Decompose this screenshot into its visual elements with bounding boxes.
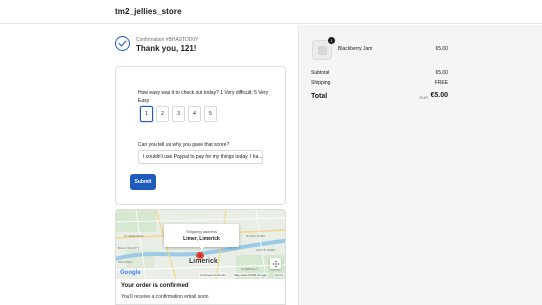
- rating-option-4[interactable]: 4: [188, 106, 201, 122]
- map-place-label: DOOR PARK: [246, 234, 266, 238]
- product-price: €5.00: [435, 46, 448, 52]
- map-city-label: Limerick: [189, 258, 218, 265]
- submit-button[interactable]: Submit: [130, 174, 156, 190]
- tooltip-tail: [199, 246, 205, 250]
- reason-input[interactable]: I couldn't use Paypal to pay for my thin…: [138, 150, 263, 164]
- google-logo: Google: [120, 270, 141, 276]
- map-place-label: ANN'S PARK: [256, 248, 276, 252]
- shipping-card: CLAREVIEW DOOR PARK ANN'S PARK CORBALLY …: [115, 209, 286, 305]
- header: tm2_jellies_store: [0, 0, 542, 24]
- map-place-label: BALLYNANTY: [118, 246, 140, 250]
- rating-option-3[interactable]: 3: [172, 106, 185, 122]
- survey-question-ease: How easy was it to check out today? 1 Ve…: [138, 90, 269, 104]
- total-label: Total: [311, 93, 328, 100]
- order-confirmed-title: Your order is confirmed: [121, 283, 189, 289]
- product-image-placeholder: [318, 46, 327, 55]
- rating-option-1[interactable]: 1: [140, 106, 153, 122]
- terms-link[interactable]: Terms: [274, 273, 285, 277]
- shipping-map[interactable]: CLAREVIEW DOOR PARK ANN'S PARK CORBALLY …: [116, 210, 285, 279]
- map-control-button[interactable]: [270, 258, 281, 269]
- map-place-label: CLAREVIEW: [124, 234, 144, 238]
- shipping-address-tooltip: Shipping address Limer, Limerick: [164, 224, 239, 247]
- keyboard-shortcuts-link[interactable]: Keyboard shortcuts: [199, 273, 227, 277]
- map-place-label: MACKEN: [118, 260, 133, 264]
- survey-question-reason: Can you tell us why you gave that score?: [138, 142, 230, 148]
- shipping-address-value: Limer, Limerick: [183, 236, 220, 242]
- subtotal-label: Subtotal: [311, 70, 330, 76]
- subtotal-value: €5.00: [435, 70, 448, 76]
- product-name: Blackberry Jam: [338, 46, 373, 52]
- order-confirmed-text: You'll receive a confirmation email soon: [121, 294, 209, 300]
- check-circle-icon: [115, 36, 130, 51]
- quantity-badge: 1: [328, 37, 335, 44]
- survey-card: How easy was it to check out today? 1 Ve…: [115, 66, 286, 205]
- total-value: €5.00: [430, 92, 448, 99]
- page-title: Thank you, 121!: [136, 44, 197, 53]
- map-data-attribution: Map data ©2025 Google: [233, 273, 268, 277]
- shipping-address-label: Shipping address: [186, 229, 217, 234]
- shipping-value: FREE: [434, 80, 448, 86]
- map-place-label: CORBALLY: [241, 267, 259, 271]
- rating-option-2[interactable]: 2: [156, 106, 169, 122]
- order-summary-sidebar: [298, 25, 542, 305]
- store-name[interactable]: tm2_jellies_store: [115, 7, 182, 16]
- rating-option-5[interactable]: 5: [204, 106, 217, 122]
- shipping-label: Shipping: [311, 80, 331, 86]
- map-control-icon: [272, 260, 279, 267]
- google-logo-text: Google: [120, 270, 141, 276]
- confirmation-number: Confirmation #BHASTDD0Y: [136, 37, 199, 43]
